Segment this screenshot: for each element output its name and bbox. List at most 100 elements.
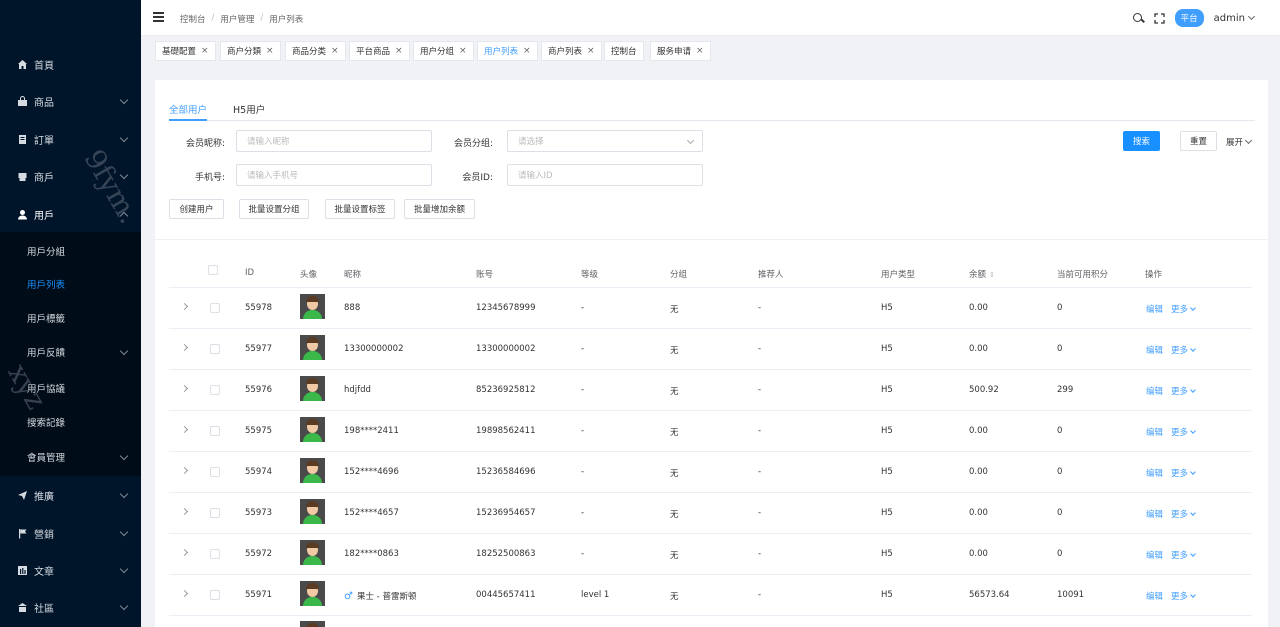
close-icon[interactable]: × — [331, 46, 339, 56]
sidebar-item-merchants[interactable]: 商戶 — [0, 158, 141, 194]
row-checkbox[interactable] — [210, 385, 220, 395]
row-checkbox[interactable] — [210, 508, 220, 518]
balance-column-header[interactable]: 余额 ⇕ — [969, 268, 995, 280]
sidebar-subitem-user-feedback[interactable]: 用戶反饋 — [0, 335, 141, 368]
more-dropdown[interactable]: 更多 — [1171, 590, 1196, 602]
row-checkbox[interactable] — [210, 303, 220, 313]
chevron-down-icon — [1190, 591, 1196, 598]
cell-level: - — [581, 303, 585, 313]
batch-set-group-button[interactable]: 批量设置分组 — [239, 199, 309, 219]
row-checkbox[interactable] — [210, 426, 220, 436]
more-label: 更多 — [1171, 305, 1189, 315]
chevron-right-icon[interactable] — [180, 425, 189, 434]
nickname-input[interactable]: 请输入昵称 — [236, 130, 432, 152]
more-dropdown[interactable]: 更多 — [1171, 426, 1196, 438]
sidebar-item-marketing[interactable]: 營銷 — [0, 515, 141, 551]
tag-item[interactable]: 服务申请 × — [650, 41, 711, 61]
chevron-right-icon[interactable] — [180, 343, 189, 352]
close-icon[interactable]: × — [696, 46, 704, 56]
tag-item-active[interactable]: 用户列表 × — [477, 41, 538, 61]
cell-type: H5 — [881, 508, 893, 518]
group-select[interactable]: 请选择 — [507, 130, 703, 152]
more-label: 更多 — [1171, 387, 1189, 397]
sidebar-item-promotion[interactable]: 推廣 — [0, 477, 141, 513]
chevron-right-icon[interactable] — [180, 548, 189, 557]
phone-input[interactable]: 请输入手机号 — [236, 164, 432, 186]
sidebar-subitem-search-records[interactable]: 搜索記錄 — [0, 405, 141, 438]
row-checkbox[interactable] — [210, 344, 220, 354]
chevron-right-icon[interactable] — [180, 466, 189, 475]
batch-set-tag-button[interactable]: 批量设置标签 — [325, 199, 395, 219]
platform-badge[interactable]: 平台 — [1174, 9, 1204, 27]
tab-all-users[interactable]: 全部用户 — [169, 102, 207, 116]
more-dropdown[interactable]: 更多 — [1171, 508, 1196, 520]
chevron-right-icon[interactable] — [180, 589, 189, 598]
sidebar-subitem-user-groups[interactable]: 用戶分組 — [0, 234, 141, 267]
tag-label: 商户分類 — [227, 47, 262, 57]
create-user-button[interactable]: 创建用户 — [169, 199, 224, 219]
member-id-input[interactable]: 请输入ID — [507, 164, 703, 186]
chevron-right-icon[interactable] — [180, 507, 189, 516]
cell-group: 无 — [670, 551, 679, 561]
sidebar-item-orders[interactable]: 訂單 — [0, 121, 141, 157]
sidebar-subitem-user-agreement[interactable]: 用戶協議 — [0, 371, 141, 404]
tag-item[interactable]: 商户列表 × — [541, 41, 602, 61]
tag-item[interactable]: 商品分类 × — [285, 41, 346, 61]
edit-link[interactable]: 编辑 — [1146, 385, 1163, 397]
cell-account: 15236584696 — [476, 467, 536, 477]
tab-h5-users[interactable]: H5用户 — [233, 102, 265, 116]
community-icon — [16, 601, 28, 613]
sidebar-item-users[interactable]: 用戶 — [0, 196, 141, 232]
tag-item[interactable]: 控制台 — [604, 41, 644, 61]
edit-link[interactable]: 编辑 — [1146, 303, 1163, 315]
more-dropdown[interactable]: 更多 — [1171, 467, 1196, 479]
user-menu[interactable]: admin — [1214, 13, 1256, 24]
close-icon[interactable]: × — [201, 46, 209, 56]
sidebar-item-home[interactable]: 首頁 — [0, 46, 141, 82]
tag-item[interactable]: 基礎配置 × — [155, 41, 216, 61]
sidebar-subitem-user-list[interactable]: 用戶列表 — [0, 267, 141, 300]
more-dropdown[interactable]: 更多 — [1171, 344, 1196, 356]
sort-icon[interactable]: ⇕ — [989, 271, 995, 279]
search-button[interactable]: 搜索 — [1123, 131, 1160, 151]
cell-level: - — [581, 426, 585, 436]
chevron-right-icon[interactable] — [180, 384, 189, 393]
sidebar-subitem-member-management[interactable]: 會員管理 — [0, 440, 141, 473]
menu-collapse-icon[interactable] — [153, 12, 164, 22]
sidebar-subitem-user-tags[interactable]: 用戶標籤 — [0, 301, 141, 334]
tag-item[interactable]: 商户分類 × — [220, 41, 281, 61]
row-checkbox[interactable] — [210, 590, 220, 600]
close-icon[interactable]: × — [395, 46, 403, 56]
sidebar-item-articles[interactable]: 文章 — [0, 552, 141, 588]
search-icon[interactable] — [1132, 12, 1144, 24]
edit-link[interactable]: 编辑 — [1146, 549, 1163, 561]
edit-link[interactable]: 编辑 — [1146, 508, 1163, 520]
tag-item[interactable]: 用户分组 × — [413, 41, 474, 61]
fullscreen-icon[interactable] — [1153, 12, 1165, 24]
edit-link[interactable]: 编辑 — [1146, 590, 1163, 602]
sidebar-item-community[interactable]: 社區 — [0, 589, 141, 625]
row-checkbox[interactable] — [210, 467, 220, 477]
cell-level: - — [581, 508, 585, 518]
sidebar-item-goods[interactable]: 商品 — [0, 83, 141, 119]
edit-link[interactable]: 编辑 — [1146, 344, 1163, 356]
row-checkbox[interactable] — [210, 549, 220, 559]
breadcrumb-item[interactable]: 用户管理 — [220, 13, 254, 25]
batch-add-balance-button[interactable]: 批量增加余额 — [404, 199, 475, 219]
close-icon[interactable]: × — [587, 46, 595, 56]
close-icon[interactable]: × — [523, 46, 531, 56]
expand-toggle[interactable]: 展开 — [1226, 136, 1253, 148]
more-dropdown[interactable]: 更多 — [1171, 385, 1196, 397]
reset-button[interactable]: 重置 — [1180, 131, 1217, 151]
chevron-down-icon — [119, 170, 129, 180]
chevron-right-icon[interactable] — [180, 302, 189, 311]
select-all-checkbox[interactable] — [208, 265, 218, 275]
more-dropdown[interactable]: 更多 — [1171, 303, 1196, 315]
edit-link[interactable]: 编辑 — [1146, 426, 1163, 438]
breadcrumb-item[interactable]: 控制台 — [180, 13, 206, 25]
more-dropdown[interactable]: 更多 — [1171, 549, 1196, 561]
edit-link[interactable]: 编辑 — [1146, 467, 1163, 479]
tag-item[interactable]: 平台商品 × — [349, 41, 410, 61]
close-icon[interactable]: × — [266, 46, 274, 56]
close-icon[interactable]: × — [459, 46, 467, 56]
